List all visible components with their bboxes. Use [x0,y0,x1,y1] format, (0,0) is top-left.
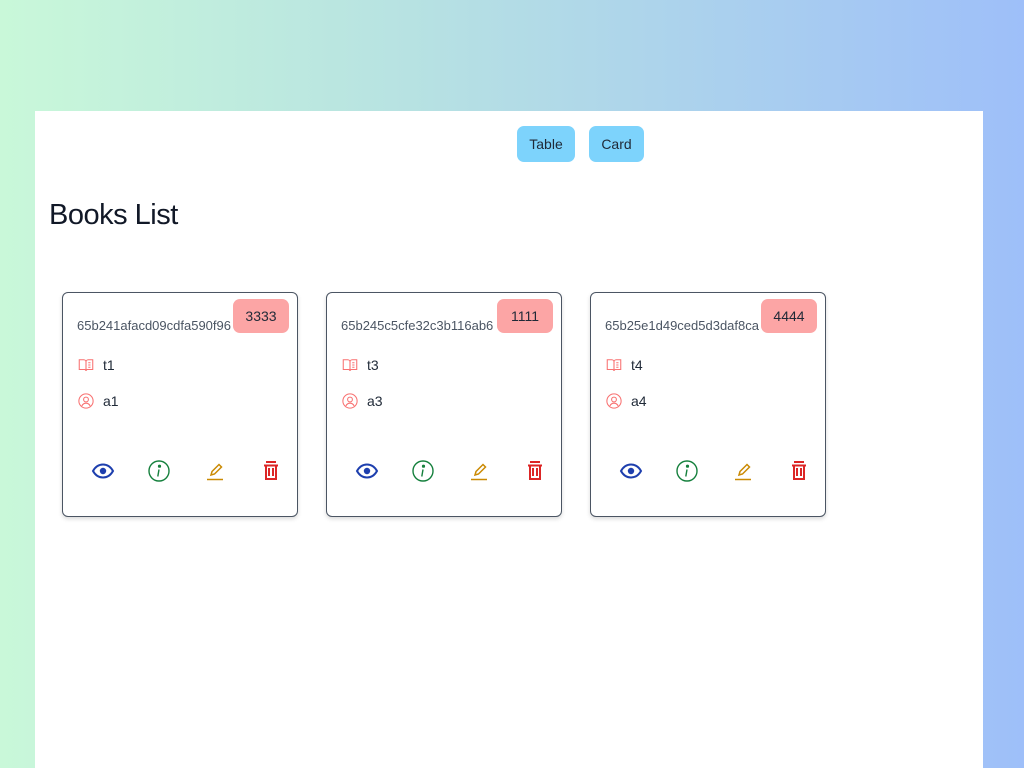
trash-icon[interactable] [259,459,283,483]
card-actions [91,459,283,483]
trash-icon[interactable] [787,459,811,483]
book-author-row: a3 [341,392,383,410]
eye-icon[interactable] [355,459,379,483]
book-title-row: t1 [77,356,115,374]
card-actions [619,459,811,483]
eye-icon[interactable] [91,459,115,483]
table-view-button[interactable]: Table [517,126,575,162]
book-card-list: 65b241afacd09cdfa590f96 3333 t1 a1 65b24… [62,292,826,517]
card-actions [355,459,547,483]
book-author-row: a4 [605,392,647,410]
pencil-icon[interactable] [467,459,491,483]
info-circle-icon[interactable] [411,459,435,483]
page-title: Books List [49,199,178,231]
card-view-button[interactable]: Card [589,126,644,162]
info-circle-icon[interactable] [675,459,699,483]
info-circle-icon[interactable] [147,459,171,483]
view-toggle: Table Card [517,126,644,162]
user-circle-icon [77,392,95,410]
user-circle-icon [605,392,623,410]
user-circle-icon [341,392,359,410]
price-badge: 1111 [497,299,553,333]
price-badge: 3333 [233,299,289,333]
book-title: t3 [367,357,379,373]
book-open-icon [341,356,359,374]
book-title-row: t4 [605,356,643,374]
book-title: t4 [631,357,643,373]
book-title-row: t3 [341,356,379,374]
book-author: a1 [103,393,119,409]
book-card: 65b25e1d49ced5d3daf8ca 4444 t4 a4 [590,292,826,517]
book-open-icon [605,356,623,374]
book-card: 65b241afacd09cdfa590f96 3333 t1 a1 [62,292,298,517]
eye-icon[interactable] [619,459,643,483]
book-author: a3 [367,393,383,409]
price-badge: 4444 [761,299,817,333]
book-author-row: a1 [77,392,119,410]
book-open-icon [77,356,95,374]
pencil-icon[interactable] [203,459,227,483]
book-title: t1 [103,357,115,373]
main-panel: Table Card Books List 65b241afacd09cdfa5… [35,111,983,768]
trash-icon[interactable] [523,459,547,483]
book-author: a4 [631,393,647,409]
book-card: 65b245c5cfe32c3b116ab6 1111 t3 a3 [326,292,562,517]
pencil-icon[interactable] [731,459,755,483]
